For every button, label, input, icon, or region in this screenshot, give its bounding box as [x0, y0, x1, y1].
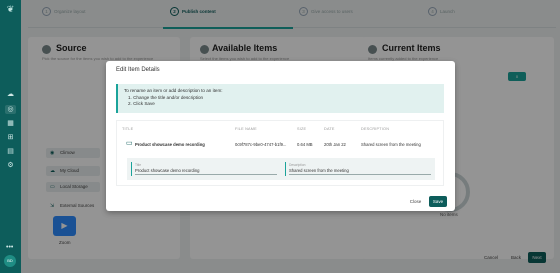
avatar[interactable]: BD	[4, 255, 16, 267]
info-box: To rename an item or add description to …	[116, 84, 444, 113]
header-description: Description	[361, 127, 390, 131]
close-button[interactable]: Close	[407, 197, 424, 207]
grid-icon[interactable]: ⊞	[5, 133, 16, 142]
header-title: Title	[122, 127, 134, 131]
row-description: Shared screen from the meeting	[361, 142, 421, 147]
description-field-label: Description	[289, 162, 306, 167]
edit-fields: Title Product showcase demo recording De…	[127, 158, 435, 180]
edit-item-modal: Edit Item Details To rename an item or a…	[106, 61, 455, 211]
header-date: Date	[324, 127, 335, 131]
settings-icon[interactable]: ⚙	[5, 161, 16, 170]
description-field[interactable]: Description Shared screen from the meeti…	[285, 162, 431, 176]
target-icon[interactable]: ◎	[5, 105, 16, 114]
title-input[interactable]: Product showcase demo recording	[135, 168, 277, 175]
video-file-icon: ▭	[126, 140, 133, 147]
sidebar: ❦ ☁ ◎ ▦ ⊞ ▤ ⚙ ••• BD	[0, 0, 21, 273]
row-date: 20th Jan 22	[324, 142, 346, 147]
modal-title: Edit Item Details	[116, 67, 160, 73]
calendar-icon[interactable]: ▦	[5, 119, 16, 128]
item-table: Title File Name Size Date Description ▭ …	[116, 120, 444, 186]
title-field[interactable]: Title Product showcase demo recording	[131, 162, 277, 176]
save-button[interactable]: Save	[429, 196, 447, 207]
row-size: 0.64 MB	[297, 142, 313, 147]
app-logo-icon[interactable]: ❦	[4, 5, 17, 16]
cloud-icon[interactable]: ☁	[5, 90, 16, 99]
row-file-name: 0c9f787c-9be0-4747-b1f9...	[235, 142, 287, 147]
row-title: Product showcase demo recording	[135, 142, 205, 147]
more-icon[interactable]: •••	[6, 244, 13, 251]
title-field-label: Title	[135, 162, 142, 167]
description-input[interactable]: Shared screen from the meeting	[289, 168, 431, 175]
info-step: 2. Click Save	[128, 101, 155, 106]
header-size: Size	[297, 127, 307, 131]
header-file-name: File Name	[235, 127, 257, 131]
library-icon[interactable]: ▤	[5, 147, 16, 156]
